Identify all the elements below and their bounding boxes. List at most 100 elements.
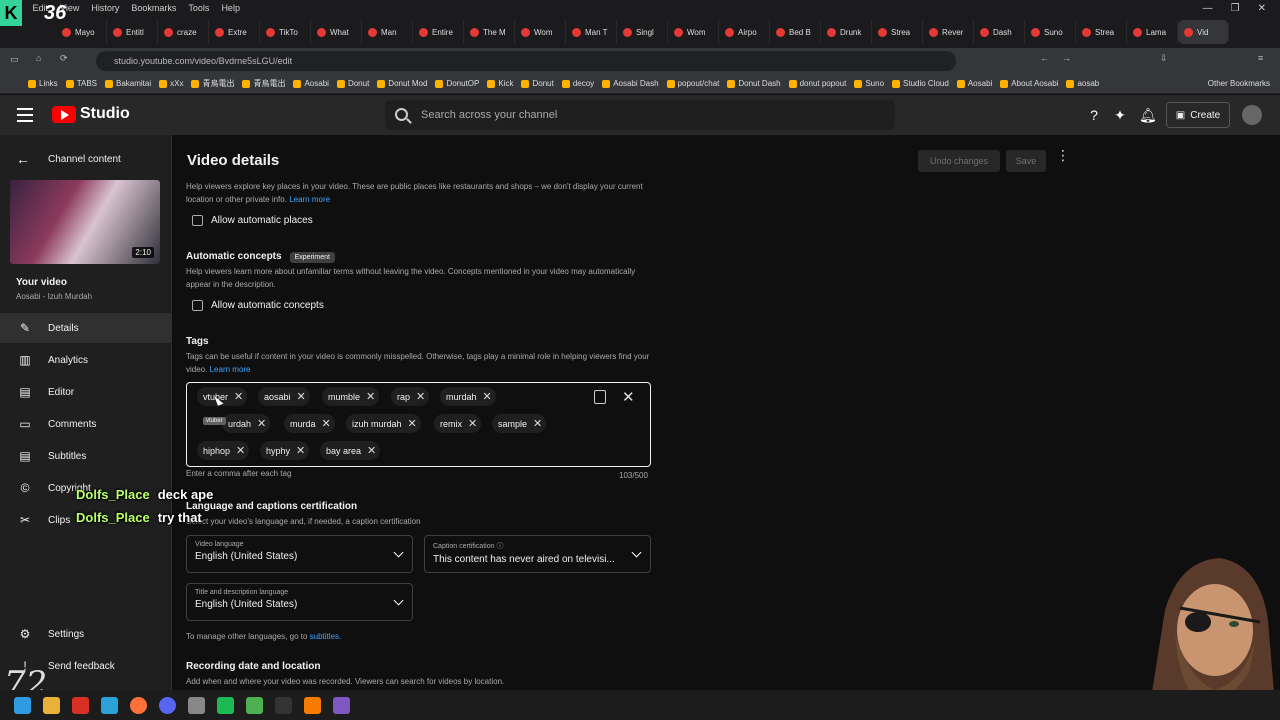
tag-chip[interactable]: bay area ✕ — [320, 441, 381, 460]
app-icon[interactable] — [275, 696, 292, 714]
back-arrow-icon[interactable]: ← — [1040, 53, 1049, 63]
bookmark-item[interactable]: Links — [28, 79, 58, 88]
browser-tab[interactable]: Extre — [209, 20, 260, 44]
vlc-icon[interactable] — [304, 696, 321, 714]
remove-tag-icon[interactable]: ✕ — [366, 390, 375, 403]
tag-chip[interactable]: rap ✕ — [391, 387, 430, 406]
bookmark-item[interactable]: Suno — [854, 79, 884, 88]
allow-places-row[interactable]: Allow automatic places — [192, 215, 313, 226]
remove-tag-icon[interactable]: ✕ — [236, 444, 245, 457]
video-thumbnail[interactable]: 2:10 — [10, 180, 160, 264]
browser-tab[interactable]: Airpo — [719, 20, 770, 44]
bookmark-item[interactable]: Donut Mod — [377, 79, 427, 88]
browser-tab[interactable]: Strea — [872, 20, 923, 44]
app-icon[interactable] — [217, 696, 234, 714]
undo-changes-button[interactable]: Undo changes — [918, 150, 1000, 172]
title-language-select[interactable]: Title and description language English (… — [186, 583, 413, 621]
browser-tab[interactable]: Dash — [974, 20, 1025, 44]
app-icon[interactable] — [188, 696, 205, 714]
browser-tab[interactable]: Bed B — [770, 20, 821, 44]
bookmark-item[interactable]: 青鳥電出 — [191, 78, 234, 89]
sidebar-item-subtitles[interactable]: ▤ Subtitles — [0, 441, 172, 471]
tag-chip[interactable]: hiphop ✕ — [197, 441, 250, 460]
channel-content-back[interactable]: ← Channel content — [16, 151, 121, 167]
tag-chip[interactable]: murda ✕ — [284, 414, 335, 433]
remove-tag-icon[interactable]: ✕ — [483, 390, 492, 403]
places-learn-more-link[interactable]: Learn more — [289, 195, 330, 204]
tag-chip[interactable]: murdah ✕ — [440, 387, 496, 406]
browser-tab[interactable]: Man — [362, 20, 413, 44]
info-icon[interactable]: ⓘ — [496, 543, 503, 550]
create-button[interactable]: ▣ Create — [1166, 102, 1230, 128]
studio-logo[interactable]: Studio — [52, 105, 130, 123]
bookmark-item[interactable]: decoy — [561, 79, 594, 88]
search-input[interactable]: Search across your channel — [385, 100, 895, 130]
browser-tab[interactable]: Singl — [617, 20, 668, 44]
menu-help[interactable]: Help — [215, 3, 246, 13]
bookmark-item[interactable]: Bakamitai — [105, 79, 151, 88]
bookmark-item[interactable]: donut popout — [788, 79, 846, 88]
copy-icon[interactable] — [594, 390, 606, 404]
minimize-icon[interactable]: — — [1203, 3, 1213, 14]
remove-tag-icon[interactable]: ✕ — [408, 417, 417, 430]
bookmark-item[interactable]: 青鳥電出 — [242, 78, 285, 89]
remove-tag-icon[interactable]: ✕ — [367, 444, 376, 457]
bookmark-item[interactable]: aosab — [1066, 79, 1099, 88]
bell-icon[interactable]: 🔔︎ — [1139, 107, 1157, 123]
forward-arrow-icon[interactable]: → — [1062, 53, 1071, 63]
save-button[interactable]: Save — [1006, 150, 1046, 172]
discord-icon[interactable] — [159, 696, 176, 714]
menu-bookmarks[interactable]: Bookmarks — [125, 3, 182, 13]
restore-icon[interactable]: ❐ — [1231, 3, 1240, 14]
tag-chip[interactable]: remix ✕ — [434, 414, 482, 433]
bookmark-item[interactable]: Aosabi — [956, 79, 992, 88]
bookmark-item[interactable]: Kick — [487, 79, 513, 88]
bookmark-item[interactable]: TABS — [65, 79, 97, 88]
remove-tag-icon[interactable]: ✕ — [296, 444, 305, 457]
app-icon[interactable] — [246, 696, 263, 714]
app-icon[interactable] — [333, 696, 350, 714]
browser-tab[interactable]: Wom — [515, 20, 566, 44]
sidebar-item-editor[interactable]: ▤ Editor — [0, 377, 172, 407]
home-icon[interactable]: ⌂ — [36, 53, 41, 63]
subtitles-link[interactable]: subtitles. — [310, 632, 342, 641]
avatar[interactable] — [1242, 105, 1262, 125]
remove-tag-icon[interactable]: ✕ — [257, 417, 266, 430]
hamburger-menu-icon[interactable] — [17, 108, 33, 122]
bookmark-item[interactable]: Studio Cloud — [892, 79, 949, 88]
bookmark-item[interactable]: Aosabi — [293, 79, 329, 88]
url-field[interactable]: studio.youtube.com/video/Bvdrne5sLGU/edi… — [96, 51, 956, 71]
reload-icon[interactable]: ⟳ — [60, 53, 68, 64]
bookmark-item[interactable]: DonutOP — [435, 79, 479, 88]
menu-history[interactable]: History — [85, 3, 125, 13]
bookmark-item[interactable]: xXx — [159, 79, 183, 88]
allow-concepts-row[interactable]: Allow automatic concepts — [192, 300, 324, 311]
bookmark-item[interactable]: popout/chat — [666, 79, 719, 88]
tag-chip[interactable]: hyphy ✕ — [260, 441, 310, 460]
bookmark-item[interactable]: Donut — [336, 79, 369, 88]
help-icon[interactable]: ? — [1086, 107, 1102, 123]
clear-tags-icon[interactable]: ✕ — [622, 388, 635, 406]
bookmark-item[interactable]: Aosabi Dash — [602, 79, 659, 88]
caption-certification-select[interactable]: Caption certification ⓘ This content has… — [424, 535, 651, 573]
allow-places-checkbox[interactable] — [192, 215, 203, 226]
sidebar-item-comments[interactable]: ▭ Comments — [0, 409, 172, 439]
remove-tag-icon[interactable]: ✕ — [416, 390, 425, 403]
sparkle-icon[interactable]: ✦ — [1112, 107, 1128, 123]
allow-concepts-checkbox[interactable] — [192, 300, 203, 311]
remove-tag-icon[interactable]: ✕ — [234, 390, 243, 403]
remove-tag-icon[interactable]: ✕ — [468, 417, 477, 430]
browser-tab[interactable]: Drunk — [821, 20, 872, 44]
bookmark-item[interactable]: About Aosabi — [1000, 79, 1058, 88]
menu-tools[interactable]: Tools — [182, 3, 215, 13]
sidebar-item-analytics[interactable]: ▥ Analytics — [0, 345, 172, 375]
sidebar-toggle-icon[interactable]: ▭ — [10, 54, 19, 65]
download-icon[interactable]: ⇩ — [1160, 53, 1168, 64]
browser-tab[interactable]: Entitl — [107, 20, 158, 44]
browser-tab[interactable]: What — [311, 20, 362, 44]
browser-tab[interactable]: Wom — [668, 20, 719, 44]
start-icon[interactable] — [14, 696, 31, 714]
file-explorer-icon[interactable] — [43, 696, 60, 714]
browser-tab[interactable]: craze — [158, 20, 209, 44]
more-vert-icon[interactable]: ⋮ — [1056, 148, 1070, 162]
